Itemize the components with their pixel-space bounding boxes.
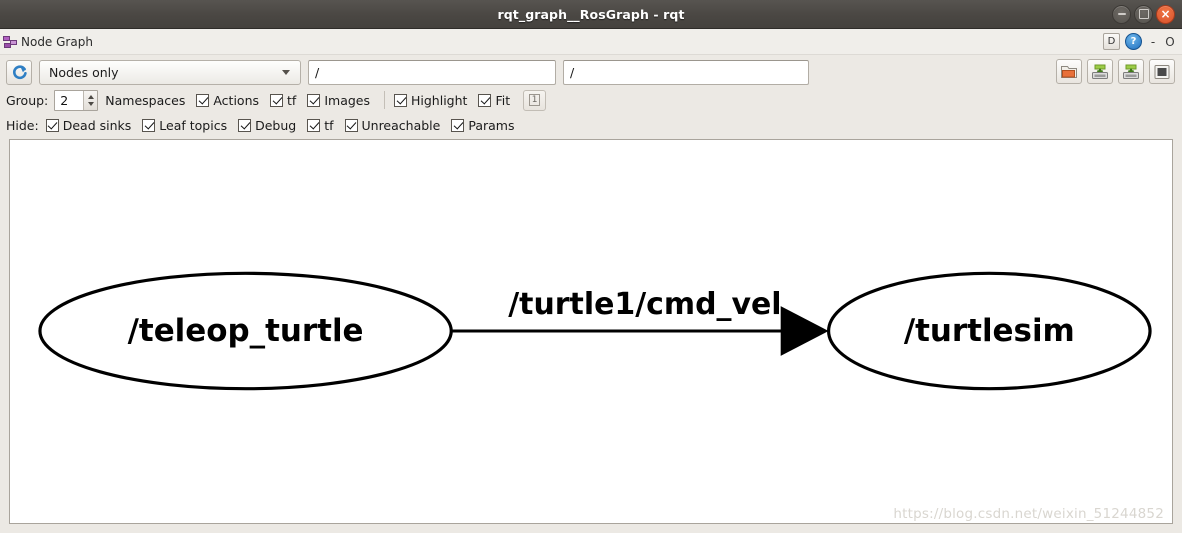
save-image-button[interactable] [1118, 59, 1144, 84]
toolbar-row-primary: Nodes only / / [6, 59, 1176, 85]
save-image-icon [1123, 64, 1139, 79]
stepper-arrows[interactable] [83, 90, 98, 110]
maximize-button[interactable] [1134, 4, 1153, 24]
maximize-icon [1138, 9, 1149, 19]
ros-node-graph[interactable]: /teleop_turtle /turtlesim /turtle1/cmd_v… [10, 140, 1172, 523]
minimize-icon [1117, 13, 1126, 15]
group-label: Group: [6, 92, 49, 108]
namespace-filter-input[interactable]: / [308, 59, 556, 85]
checkbox-hide-tf[interactable]: tf [307, 117, 334, 133]
checkbox-leaf-topics[interactable]: Leaf topics [142, 118, 227, 133]
checkbox-images[interactable]: Images [307, 93, 370, 108]
checkbox-fit[interactable]: Fit [478, 93, 510, 108]
window-title: rqt_graph__RosGraph - rqt [497, 6, 685, 22]
checkbox-unreachable[interactable]: Unreachable [344, 117, 441, 133]
checkbox-actions-box[interactable] [196, 93, 210, 107]
checkbox-highlight-label: Highlight [411, 92, 468, 108]
checkbox-debug-box[interactable] [238, 118, 252, 132]
graph-canvas[interactable]: /teleop_turtle /turtlesim /turtle1/cmd_v… [9, 139, 1173, 524]
checkbox-params-box[interactable] [451, 118, 465, 132]
checkbox-dead-sinks-label: Dead sinks [62, 117, 132, 133]
refresh-button[interactable] [6, 59, 32, 85]
node-graph-icon [3, 35, 18, 49]
toolbar-row-group: Group: 2 Namespaces Actions tf Images Hi… [6, 89, 1176, 111]
watermark-text: https://blog.csdn.net/weixin_51244852 [893, 506, 1164, 522]
panel-title-group: Node Graph [3, 35, 93, 49]
panel-header-controls: D ? - O [1103, 29, 1176, 54]
checkbox-unreachable-label: Unreachable [361, 117, 441, 133]
graph-edge-arrowhead [780, 306, 829, 356]
close-button[interactable]: × [1156, 4, 1175, 24]
checkbox-unreachable-box[interactable] [344, 118, 358, 132]
checkbox-hide-tf-label: tf [324, 117, 334, 133]
checkbox-fit-box[interactable] [478, 93, 492, 107]
square-icon [1154, 64, 1170, 79]
help-icon[interactable]: ? [1125, 33, 1142, 50]
stepper-up-icon[interactable] [87, 94, 94, 99]
save-dot-button[interactable] [1087, 59, 1113, 84]
folder-icon [1061, 65, 1077, 78]
stepper-down-icon[interactable] [87, 101, 94, 106]
panel-title: Node Graph [21, 34, 93, 49]
checkbox-highlight-box[interactable] [394, 93, 407, 107]
toolbar-separator [384, 91, 385, 109]
checkbox-actions[interactable]: Actions [196, 93, 259, 108]
checkbox-actions-label: Actions [213, 92, 260, 108]
graph-canvas-wrapper: /teleop_turtle /turtlesim /turtle1/cmd_v… [0, 139, 1182, 533]
checkbox-debug[interactable]: Debug [238, 118, 296, 133]
graph-edge-label: /turtle1/cmd_vel [508, 287, 781, 322]
toolbar: Nodes only / / Group: 2 Namespaces Actio… [0, 55, 1182, 139]
load-dot-button[interactable] [1056, 59, 1082, 84]
toolbar-row-hide: Hide: Dead sinks Leaf topics Debug tf Un… [6, 114, 1176, 136]
panel-close-button[interactable]: O [1164, 36, 1176, 48]
checkbox-highlight[interactable]: Highlight [394, 93, 467, 108]
window-controls: × [1112, 0, 1175, 28]
checkbox-images-box[interactable] [307, 93, 321, 107]
close-icon: × [1160, 6, 1171, 21]
zoom-one-icon: 1 [529, 94, 541, 106]
zoom-reset-button[interactable]: 1 [523, 89, 547, 111]
hide-label: Hide: [6, 117, 39, 133]
panel-minimize-button[interactable]: - [1147, 36, 1159, 48]
topic-filter-input[interactable]: / [563, 59, 809, 85]
minimize-button[interactable] [1112, 4, 1131, 24]
graph-type-select[interactable]: Nodes only [39, 59, 301, 85]
checkbox-params[interactable]: Params [451, 118, 514, 133]
save-dot-icon [1092, 64, 1108, 79]
checkbox-tf-label: tf [287, 92, 297, 108]
checkbox-hide-tf-box[interactable] [307, 118, 321, 132]
checkbox-dead-sinks[interactable]: Dead sinks [45, 117, 132, 133]
window-titlebar: rqt_graph__RosGraph - rqt × [0, 0, 1182, 29]
checkbox-leaf-topics-label: Leaf topics [159, 117, 228, 133]
checkbox-params-label: Params [468, 117, 515, 133]
checkbox-dead-sinks-box[interactable] [45, 118, 59, 132]
namespaces-label: Namespaces [105, 92, 186, 108]
group-value: 2 [60, 92, 69, 108]
checkbox-debug-label: Debug [255, 117, 297, 133]
checkbox-tf[interactable]: tf [270, 93, 296, 108]
graph-node-turtlesim-label: /turtlesim [904, 313, 1075, 349]
toggle-view-button[interactable] [1149, 59, 1175, 84]
panel-header: Node Graph D ? - O [0, 29, 1182, 55]
refresh-icon [12, 64, 27, 79]
group-stepper[interactable]: 2 [54, 89, 99, 111]
undock-button[interactable]: D [1103, 33, 1120, 50]
chevron-down-icon [282, 69, 290, 75]
checkbox-leaf-topics-box[interactable] [142, 118, 156, 132]
toolbar-action-buttons [1056, 59, 1175, 84]
graph-type-value: Nodes only [49, 64, 119, 80]
graph-node-teleop-turtle-label: /teleop_turtle [128, 313, 364, 349]
checkbox-tf-box[interactable] [270, 93, 284, 107]
checkbox-fit-label: Fit [495, 92, 511, 108]
checkbox-images-label: Images [324, 92, 370, 108]
